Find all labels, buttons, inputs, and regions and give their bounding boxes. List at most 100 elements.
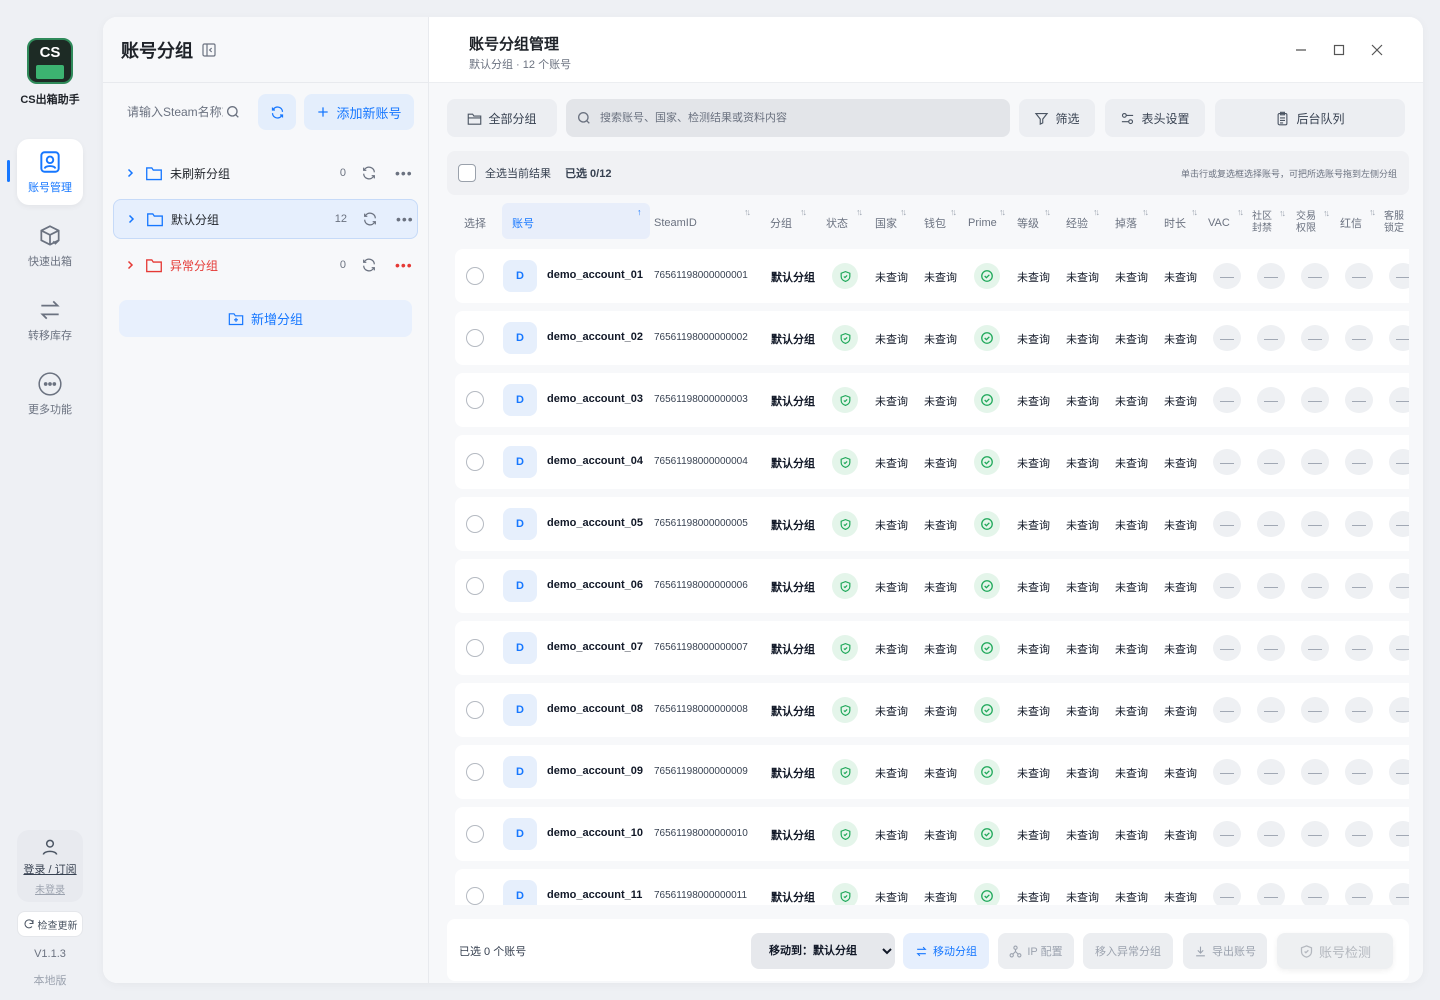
col-level[interactable]: 等级 ↑↓: [1017, 203, 1051, 243]
col-community-ban[interactable]: 社区 封禁 ↑↓: [1252, 203, 1286, 243]
row-select-radio[interactable]: [466, 825, 484, 843]
row-select-radio[interactable]: [466, 701, 484, 719]
col-prime[interactable]: Prime ↑↓: [968, 203, 1006, 243]
close-icon[interactable]: [1370, 43, 1384, 57]
minimize-icon[interactable]: [1294, 43, 1308, 57]
nav-more[interactable]: 更多功能: [17, 361, 83, 427]
col-account[interactable]: 账号 ↑: [512, 203, 641, 243]
prime-check-icon: [974, 883, 1000, 905]
col-drop[interactable]: 掉落 ↑↓: [1115, 203, 1149, 243]
row-select-radio[interactable]: [466, 887, 484, 905]
more-options-icon[interactable]: •••: [395, 165, 413, 181]
login-link[interactable]: 登录 / 订阅: [17, 861, 83, 877]
row-select-radio[interactable]: [466, 577, 484, 595]
col-steamid[interactable]: SteamID ↑↓: [654, 203, 751, 243]
new-group-button[interactable]: 新增分组: [119, 300, 412, 337]
more-options-icon[interactable]: •••: [395, 257, 413, 273]
check-update-button[interactable]: 检查更新: [17, 911, 83, 937]
refresh-icon[interactable]: [362, 211, 378, 227]
nav-account-manage[interactable]: 账号管理: [17, 139, 83, 205]
status-shield-icon: [832, 635, 858, 661]
empty-badge: —: [1301, 635, 1329, 661]
empty-badge: —: [1301, 759, 1329, 785]
row-select-radio[interactable]: [466, 453, 484, 471]
empty-badge: —: [1257, 325, 1285, 351]
refresh-icon[interactable]: [361, 165, 377, 181]
col-country[interactable]: 国家 ↑↓: [875, 203, 907, 243]
col-group[interactable]: 分组 ↑↓: [770, 203, 807, 243]
group-count: 12: [334, 213, 347, 225]
ip-config-button[interactable]: IP 配置: [998, 933, 1074, 969]
table-row[interactable]: Ddemo_account_03 76561198000000003 默认分组 未查询…: [455, 373, 1409, 427]
table-row[interactable]: Ddemo_account_11 76561198000000011 默认分组 未查询…: [455, 869, 1409, 905]
chevron-right-icon[interactable]: [124, 259, 136, 271]
select-all-label[interactable]: 全选当前结果: [485, 165, 551, 181]
col-wallet[interactable]: 钱包 ↑↓: [924, 203, 957, 243]
account-search[interactable]: [566, 99, 1010, 137]
maximize-icon[interactable]: [1332, 43, 1346, 57]
table-row[interactable]: Ddemo_account_10 76561198000000010 默认分组 未查询…: [455, 807, 1409, 861]
chevron-right-icon[interactable]: [125, 213, 137, 225]
chevron-right-icon[interactable]: [124, 167, 136, 179]
add-account-button[interactable]: 添加新账号: [304, 94, 414, 130]
collapse-sidebar-icon[interactable]: [201, 42, 217, 58]
col-hours[interactable]: 时长 ↑↓: [1164, 203, 1198, 243]
nav-transfer-stock[interactable]: 转移库存: [17, 287, 83, 353]
refresh-icon[interactable]: [361, 257, 377, 273]
table-row[interactable]: Ddemo_account_07 76561198000000007 默认分组 未查询…: [455, 621, 1409, 675]
empty-badge: —: [1389, 511, 1409, 537]
prime-check-icon: [974, 635, 1000, 661]
avatar: D: [503, 694, 537, 726]
export-accounts-button[interactable]: 导出账号: [1183, 933, 1267, 969]
more-options-icon[interactable]: •••: [396, 211, 414, 227]
search-icon[interactable]: [225, 104, 241, 120]
unqueried-cell: 未查询: [924, 458, 957, 470]
nav-quick-unbox[interactable]: 快速出箱: [17, 213, 83, 279]
all-groups-button[interactable]: 全部分组: [447, 99, 557, 137]
move-group-button[interactable]: 移动分组: [903, 933, 989, 969]
row-select-radio[interactable]: [466, 391, 484, 409]
row-select-radio[interactable]: [466, 763, 484, 781]
table-row[interactable]: Ddemo_account_05 76561198000000005 默认分组 未查询…: [455, 497, 1409, 551]
status-shield-icon: [832, 697, 858, 723]
table-row[interactable]: Ddemo_account_04 76561198000000004 默认分组 未查询…: [455, 435, 1409, 489]
group-item-default[interactable]: 默认分组 12 •••: [113, 199, 418, 239]
table-row[interactable]: Ddemo_account_01 76561198000000001 默认分组 未查询…: [455, 249, 1409, 303]
col-trade-limit[interactable]: 交易 权限 ↑↓: [1296, 203, 1330, 243]
col-red-letter[interactable]: 红信 ↑↓: [1340, 203, 1376, 243]
login-box[interactable]: 登录 / 订阅 未登录: [17, 830, 83, 902]
account-name: demo_account_04: [547, 455, 643, 467]
row-select-radio[interactable]: [466, 639, 484, 657]
table-row[interactable]: Ddemo_account_08 76561198000000008 默认分组 未查询…: [455, 683, 1409, 737]
empty-badge: —: [1345, 511, 1373, 537]
steamid: 76561198000000003: [654, 394, 748, 405]
account-detect-button[interactable]: 账号检测: [1277, 933, 1393, 969]
group-item-unrefreshed[interactable]: 未刷新分组 0 •••: [113, 153, 418, 193]
table-row[interactable]: Ddemo_account_06 76561198000000006 默认分组 未查询…: [455, 559, 1409, 613]
col-status[interactable]: 状态 ↑↓: [826, 203, 863, 243]
move-target-select[interactable]: 移动到：默认分组: [751, 933, 895, 969]
table-row[interactable]: Ddemo_account_09 76561198000000009 默认分组 未查询…: [455, 745, 1409, 799]
group-search[interactable]: [117, 94, 251, 130]
col-support-lock[interactable]: 客服 锁定: [1384, 203, 1404, 243]
status-shield-icon: [832, 511, 858, 537]
row-select-radio[interactable]: [466, 515, 484, 533]
row-select-radio[interactable]: [466, 329, 484, 347]
unqueried-cell: 未查询: [1017, 272, 1050, 284]
unqueried-cell: 未查询: [1017, 582, 1050, 594]
row-select-radio[interactable]: [466, 267, 484, 285]
col-vac[interactable]: VAC ↑↓: [1208, 203, 1244, 243]
account-search-input[interactable]: [600, 112, 980, 124]
background-queue-button[interactable]: 后台队列: [1215, 99, 1405, 137]
refresh-groups-button[interactable]: [258, 94, 296, 130]
group-search-input[interactable]: [127, 105, 223, 119]
move-to-error-button[interactable]: 移入异常分组: [1083, 933, 1173, 969]
filter-button[interactable]: 筛选: [1019, 99, 1095, 137]
group-item-error[interactable]: 异常分组 0 •••: [113, 245, 418, 285]
col-exp[interactable]: 经验 ↑↓: [1066, 203, 1100, 243]
header-settings-button[interactable]: 表头设置: [1105, 99, 1205, 137]
table-row[interactable]: Ddemo_account_02 76561198000000002 默认分组 未查询…: [455, 311, 1409, 365]
empty-badge: —: [1301, 387, 1329, 413]
status-shield-icon: [832, 449, 858, 475]
select-all-checkbox[interactable]: [458, 164, 476, 182]
